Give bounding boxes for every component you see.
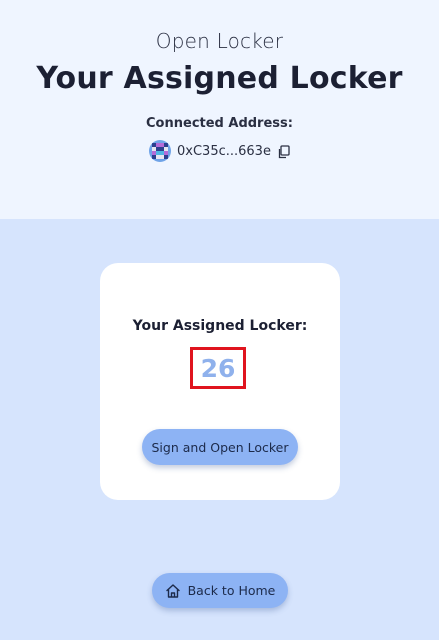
locker-number-highlight: 26 (190, 347, 246, 389)
assigned-locker-label: Your Assigned Locker: (132, 318, 308, 334)
identicon-avatar-icon (149, 140, 172, 162)
home-button-label: Back to Home (187, 583, 276, 598)
copy-icon[interactable] (277, 144, 290, 159)
sign-button-label: Sign and Open Locker (151, 439, 289, 455)
page-title: Your Assigned Locker (36, 61, 403, 96)
connected-address-label: Connected Address: (146, 116, 293, 131)
address-row: 0xC35c...663e (0, 140, 439, 162)
home-icon (165, 583, 181, 599)
locker-card: Your Assigned Locker: 26 Sign and Open L… (100, 263, 340, 500)
page: Open Locker Your Assigned Locker Connect… (0, 0, 439, 640)
locker-number: 26 (200, 353, 236, 383)
header-section: Open Locker Your Assigned Locker Connect… (0, 0, 439, 219)
wallet-address: 0xC35c...663e (177, 143, 271, 159)
sign-and-open-locker-button[interactable]: Sign and Open Locker (142, 429, 298, 465)
back-to-home-button[interactable]: Back to Home (152, 573, 288, 608)
page-subtitle: Open Locker (155, 29, 284, 53)
